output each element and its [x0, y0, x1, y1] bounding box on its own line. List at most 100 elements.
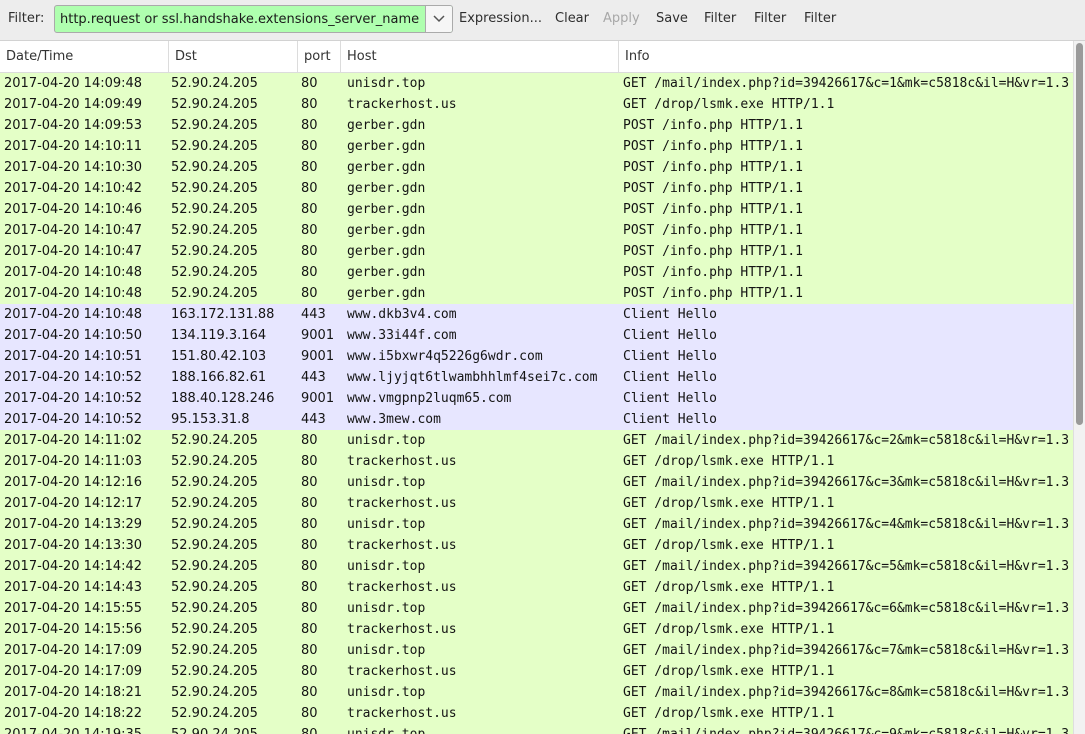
- cell-datetime: 2017-04-20 14:11:02: [4, 433, 143, 448]
- table-row[interactable]: 2017-04-20 14:12:17 52.90.24.205 80 tracker…: [0, 493, 1073, 514]
- table-row[interactable]: 2017-04-20 14:10:11 52.90.24.205 80 gerber.…: [0, 136, 1073, 157]
- table-row[interactable]: 2017-04-20 14:10:47 52.90.24.205 80 gerber.…: [0, 220, 1073, 241]
- table-row[interactable]: 2017-04-20 14:10:51 151.80.42.103 9001 www.…: [0, 346, 1073, 367]
- filter-toolbar: Filter: Expression... Clear Apply Save F…: [0, 0, 1085, 41]
- column-header-port[interactable]: port: [298, 41, 341, 72]
- table-row[interactable]: 2017-04-20 14:12:16 52.90.24.205 80 unisdr.…: [0, 472, 1073, 493]
- table-row[interactable]: 2017-04-20 14:10:48 52.90.24.205 80 gerber.…: [0, 262, 1073, 283]
- table-row[interactable]: 2017-04-20 14:17:09 52.90.24.205 80 tracker…: [0, 661, 1073, 682]
- filter-button-3[interactable]: Filter: [804, 11, 836, 26]
- chevron-down-icon: [433, 15, 445, 23]
- table-row[interactable]: 2017-04-20 14:18:21 52.90.24.205 80 unisdr.…: [0, 682, 1073, 703]
- display-filter-combobox[interactable]: [54, 5, 453, 33]
- table-row[interactable]: 2017-04-20 14:18:22 52.90.24.205 80 tracker…: [0, 703, 1073, 724]
- cell-datetime: 2017-04-20 14:12:16: [4, 475, 143, 490]
- table-row[interactable]: 2017-04-20 14:09:49 52.90.24.205 80 tracker…: [0, 94, 1073, 115]
- table-row[interactable]: 2017-04-20 14:10:48 52.90.24.205 80 gerber.…: [0, 283, 1073, 304]
- table-row[interactable]: 2017-04-20 14:19:3552.90.24.20580 unisdr.…: [0, 724, 1073, 734]
- cell-datetime: 2017-04-20 14:18:21: [4, 685, 143, 700]
- cell-info: POST /info.php HTTP/1.1: [623, 223, 804, 238]
- cell-info: GET /drop/lsmk.exe HTTP/1.1: [623, 454, 835, 469]
- expression-button[interactable]: Expression...: [459, 11, 542, 26]
- table-row[interactable]: 2017-04-20 14:10:50 134.119.3.164 9001 www.…: [0, 325, 1073, 346]
- filter-button-2[interactable]: Filter: [754, 11, 786, 26]
- cell-dst: 52.90.24.205: [171, 202, 258, 217]
- cell-info: GET /mail/index.php?id=39426617&c=2&mk=c…: [623, 433, 1070, 448]
- table-row[interactable]: 2017-04-20 14:10:47 52.90.24.205 80 gerber.…: [0, 241, 1073, 262]
- cell-info: GET /mail/index.php?id=39426617&c=7&mk=c…: [623, 643, 1070, 658]
- display-filter-input[interactable]: [55, 6, 424, 32]
- cell-dst: 52.90.24.205: [171, 118, 258, 133]
- cell-port: 80: [301, 517, 318, 532]
- table-row[interactable]: 2017-04-20 14:14:43 52.90.24.205 80 tracker…: [0, 577, 1073, 598]
- table-row[interactable]: 2017-04-20 14:13:30 52.90.24.205 80 tracker…: [0, 535, 1073, 556]
- cell-port: 80: [301, 160, 318, 175]
- cell-info: POST /info.php HTTP/1.1: [623, 139, 804, 154]
- cell-datetime: 2017-04-20 14:10:48: [4, 307, 143, 322]
- cell-host: www.i5bxwr4q5226g6wdr.com: [347, 349, 543, 364]
- table-row[interactable]: 2017-04-20 14:17:09 52.90.24.205 80 unisdr.…: [0, 640, 1073, 661]
- cell-dst: 52.90.24.205: [171, 685, 258, 700]
- cell-port: 80: [301, 118, 318, 133]
- cell-host: www.3mew.com: [347, 412, 441, 427]
- cell-port: 80: [301, 97, 318, 112]
- table-row[interactable]: 2017-04-20 14:10:52 188.166.82.61 443 www.l…: [0, 367, 1073, 388]
- table-row[interactable]: 2017-04-20 14:10:52 188.40.128.246 9001 www…: [0, 388, 1073, 409]
- apply-button[interactable]: Apply: [603, 11, 640, 26]
- table-row[interactable]: 2017-04-20 14:11:03 52.90.24.205 80 tracker…: [0, 451, 1073, 472]
- cell-dst: 52.90.24.205: [171, 622, 258, 637]
- table-row[interactable]: 2017-04-20 14:15:55 52.90.24.205 80 unisdr.…: [0, 598, 1073, 619]
- cell-host: trackerhost.us: [347, 664, 457, 679]
- cell-dst: 151.80.42.103: [171, 349, 267, 364]
- cell-datetime: 2017-04-20 14:14:43: [4, 580, 143, 595]
- filter-history-dropdown[interactable]: [425, 6, 452, 32]
- cell-dst: 52.90.24.205: [171, 97, 258, 112]
- cell-dst: 52.90.24.205: [171, 496, 258, 511]
- cell-host: www.vmgpnp2luqm65.com: [347, 391, 512, 406]
- table-row[interactable]: 2017-04-20 14:14:42 52.90.24.205 80 unisdr.…: [0, 556, 1073, 577]
- column-header-dst[interactable]: Dst: [169, 41, 298, 72]
- cell-dst: 52.90.24.205: [171, 181, 258, 196]
- cell-port: 80: [301, 580, 318, 595]
- clear-button[interactable]: Clear: [555, 11, 589, 26]
- column-header-host[interactable]: Host: [341, 41, 619, 72]
- cell-port: 9001: [301, 328, 335, 343]
- cell-port: 80: [301, 685, 318, 700]
- table-row[interactable]: 2017-04-20 14:10:42 52.90.24.205 80 gerber.…: [0, 178, 1073, 199]
- cell-dst: 134.119.3.164: [171, 328, 267, 343]
- scrollbar-thumb[interactable]: [1076, 43, 1083, 425]
- packet-list-scrollbar[interactable]: [1073, 41, 1085, 734]
- cell-host: unisdr.top: [347, 559, 426, 574]
- table-row[interactable]: 2017-04-20 14:10:48 163.172.131.88 443 www.…: [0, 304, 1073, 325]
- cell-port: 443: [301, 370, 326, 385]
- table-row[interactable]: 2017-04-20 14:10:30 52.90.24.205 80 gerber.…: [0, 157, 1073, 178]
- cell-dst: 52.90.24.205: [171, 160, 258, 175]
- save-button[interactable]: Save: [656, 11, 688, 26]
- cell-host: unisdr.top: [347, 685, 426, 700]
- cell-dst: 52.90.24.205: [171, 643, 258, 658]
- table-row[interactable]: 2017-04-20 14:09:53 52.90.24.205 80 gerber.…: [0, 115, 1073, 136]
- cell-port: 80: [301, 664, 318, 679]
- table-row[interactable]: 2017-04-20 14:10:52 95.153.31.8 443 www.3me…: [0, 409, 1073, 430]
- cell-info: GET /mail/index.php?id=39426617&c=9&mk=c…: [623, 724, 1073, 734]
- cell-host: gerber.gdn: [347, 118, 426, 133]
- table-row[interactable]: 2017-04-20 14:13:29 52.90.24.205 80 unisdr.…: [0, 514, 1073, 535]
- cell-datetime: 2017-04-20 14:09:53: [4, 118, 143, 133]
- cell-host: gerber.gdn: [347, 286, 426, 301]
- cell-dst: 188.40.128.246: [171, 391, 275, 406]
- cell-dst: 52.90.24.205: [171, 538, 258, 553]
- column-header-datetime[interactable]: Date/Time: [0, 41, 169, 72]
- filter-button-1[interactable]: Filter: [704, 11, 736, 26]
- column-header-info[interactable]: Info: [619, 41, 1073, 72]
- table-row[interactable]: 2017-04-20 14:15:56 52.90.24.205 80 tracker…: [0, 619, 1073, 640]
- table-row[interactable]: 2017-04-20 14:11:02 52.90.24.205 80 unisdr.…: [0, 430, 1073, 451]
- table-row[interactable]: 2017-04-20 14:10:46 52.90.24.205 80 gerber.…: [0, 199, 1073, 220]
- cell-info: GET /drop/lsmk.exe HTTP/1.1: [623, 97, 835, 112]
- cell-port: 443: [301, 412, 326, 427]
- cell-host: unisdr.top: [347, 643, 426, 658]
- cell-info: Client Hello: [623, 370, 717, 385]
- cell-info: GET /mail/index.php?id=39426617&c=8&mk=c…: [623, 685, 1070, 700]
- table-row[interactable]: 2017-04-20 14:09:48 52.90.24.205 80 unisdr.…: [0, 73, 1073, 94]
- cell-datetime: 2017-04-20 14:17:09: [4, 664, 143, 679]
- cell-host: unisdr.top: [347, 76, 426, 91]
